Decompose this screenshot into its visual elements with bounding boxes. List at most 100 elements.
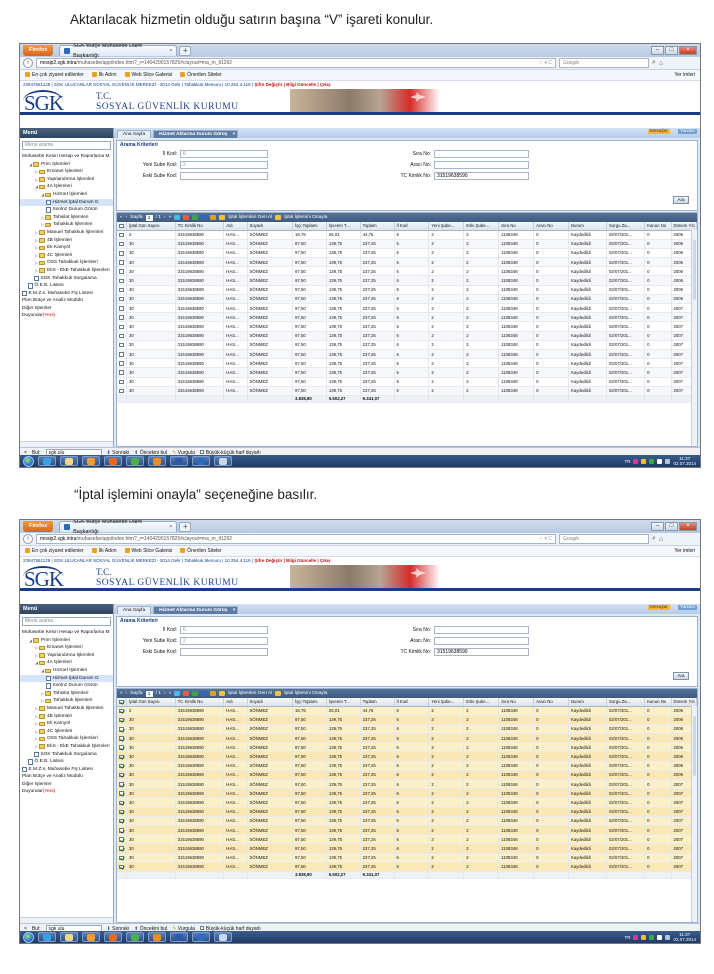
table-row[interactable]: 2 31519638590 HAS... SÖNMEZ 18,76 26,01 44,76 6… bbox=[117, 706, 697, 716]
row-checkbox[interactable] bbox=[119, 296, 124, 302]
tab-close-icon[interactable]: × bbox=[233, 131, 236, 139]
refresh-icon[interactable] bbox=[174, 691, 181, 696]
row-checkbox[interactable] bbox=[119, 864, 124, 870]
column-header[interactable]: Sorgu Za... bbox=[606, 698, 646, 707]
table-row[interactable]: 30 31519638590 HAS... SÖNMEZ 97,50 139,75 237,… bbox=[117, 321, 697, 332]
column-header[interactable]: İşveren T... bbox=[326, 698, 361, 707]
column-header[interactable]: Kanun No bbox=[644, 698, 672, 707]
media-player-icon[interactable] bbox=[82, 932, 100, 942]
tray-app-icon[interactable] bbox=[641, 458, 647, 464]
notepad-icon[interactable] bbox=[214, 932, 232, 942]
prev-page-icon[interactable]: ‹ bbox=[126, 691, 128, 696]
table-row[interactable]: 30 31519638590 HAS... SÖNMEZ 97,50 139,75 237,… bbox=[117, 853, 697, 863]
column-header[interactable]: Toplam bbox=[360, 698, 395, 707]
row-checkbox[interactable] bbox=[119, 708, 124, 714]
sidebar-item[interactable]: ◢ 4A İşlemleri bbox=[20, 659, 113, 667]
table-row[interactable]: 30 31519638590 HAS... SÖNMEZ 97,50 139,75 237,… bbox=[117, 377, 697, 387]
user-actions-links[interactable]: Şifre Değiştir | Bilgi Güncelle | Çıkış bbox=[254, 82, 330, 87]
column-header[interactable]: Eski Şube... bbox=[463, 222, 500, 231]
column-header[interactable]: İl Kod bbox=[394, 698, 430, 707]
folder-icon[interactable] bbox=[60, 456, 78, 466]
magnifier-icon[interactable]: ⌕ bbox=[652, 59, 656, 67]
column-header[interactable]: Soyadı bbox=[247, 698, 294, 707]
word-icon[interactable] bbox=[192, 932, 210, 942]
sidebar-item[interactable]: Hizmet İptal Durum G bbox=[20, 674, 113, 683]
sidebar-item[interactable]: Ö.E.B. Listesi bbox=[20, 758, 113, 766]
table-row[interactable]: 30 31519638590 HAS... SÖNMEZ 97,50 139,75 237,… bbox=[117, 715, 697, 725]
help-button[interactable]: Yardım bbox=[677, 129, 697, 134]
row-checkbox[interactable] bbox=[119, 315, 124, 320]
sidebar-item[interactable]: ▷ Tahakkuk İşlemleri bbox=[20, 697, 113, 705]
sidebar-item[interactable]: ▷ EkS - EkE Tahakkuk İşlemleri bbox=[20, 743, 113, 751]
firefox-menu-button[interactable]: Firefox bbox=[23, 45, 54, 56]
sidebar-item[interactable]: Plan Bütçe ve Analiz Modülü bbox=[20, 297, 113, 305]
table-row[interactable]: 30 31519638590 HAS... SÖNMEZ 97,50 139,75 237,… bbox=[117, 770, 697, 781]
column-header[interactable]: Sıra No bbox=[498, 222, 535, 231]
confirm-cancel-button[interactable]: İptal İşlemini Onayla bbox=[284, 215, 327, 220]
table-row[interactable]: 30 31519638590 HAS... SÖNMEZ 97,50 139,75 237,… bbox=[117, 751, 697, 762]
prev-page-icon[interactable]: ‹ bbox=[126, 215, 128, 220]
row-checkbox[interactable] bbox=[119, 287, 124, 293]
sidebar-item[interactable]: ▷ EkS - EkE Tahakkuk İşlemleri bbox=[20, 267, 113, 275]
row-checkbox[interactable] bbox=[119, 379, 124, 385]
column-header[interactable]: İşçi Toplamı bbox=[292, 698, 327, 707]
next-page-icon[interactable]: › bbox=[164, 215, 166, 220]
tab-close-icon[interactable]: × bbox=[169, 46, 172, 56]
sidebar-item[interactable]: ◢ Prim İşlemleri bbox=[20, 637, 113, 645]
language-indicator[interactable]: TR bbox=[624, 935, 630, 940]
sidebar-item[interactable]: Muhasebe Kesin Hesap ve Raporlama M bbox=[20, 629, 113, 637]
volume-icon[interactable] bbox=[665, 458, 671, 464]
bookmark-web-slice[interactable]: Web Slice Galerisi bbox=[124, 72, 172, 78]
column-header[interactable]: TC Kimlik No bbox=[175, 222, 225, 231]
app-icon[interactable] bbox=[170, 456, 188, 466]
table-row[interactable]: 30 31519638590 HAS... SÖNMEZ 97,50 139,75 237,… bbox=[117, 843, 697, 854]
table-row[interactable]: 30 31519638590 HAS... SÖNMEZ 97,50 139,75 237,… bbox=[117, 340, 697, 350]
grid-scrollbar[interactable] bbox=[691, 706, 697, 922]
row-checkbox[interactable] bbox=[119, 855, 124, 861]
minimize-icon[interactable]: – bbox=[651, 522, 664, 531]
row-checkbox[interactable] bbox=[119, 818, 124, 824]
column-header[interactable]: Sıra No bbox=[498, 698, 535, 707]
table-row[interactable]: 30 31519638590 HAS... SÖNMEZ 97,50 139,75 237,… bbox=[117, 303, 697, 314]
bookmark-web-slice[interactable]: Web Slice Galerisi bbox=[124, 548, 172, 554]
close-window-icon[interactable]: × bbox=[679, 46, 697, 55]
column-header[interactable]: Yeni Şube... bbox=[428, 222, 465, 231]
row-checkbox[interactable] bbox=[119, 251, 124, 256]
undo-cancel-button[interactable]: İptal İşlemleri Geri Al bbox=[228, 215, 272, 220]
row-checkbox[interactable] bbox=[119, 727, 124, 732]
menu-search-input[interactable]: Menü arama bbox=[22, 141, 111, 150]
row-checkbox[interactable] bbox=[119, 324, 124, 330]
network-icon[interactable] bbox=[657, 934, 663, 940]
tray-app-icon[interactable] bbox=[633, 934, 639, 940]
sidebar-item[interactable]: ▷ Tahakkuk İşlemleri bbox=[20, 221, 113, 229]
first-page-icon[interactable]: « bbox=[120, 691, 123, 696]
help-button[interactable]: Yardım bbox=[677, 605, 697, 610]
new-tab-button[interactable]: + bbox=[179, 521, 192, 532]
sidebar-item[interactable]: ▷ Tahsilat İşlemleri bbox=[20, 690, 113, 698]
sidebar-item[interactable]: ▷ Tahsilat İşlemleri bbox=[20, 214, 113, 222]
table-row[interactable]: 30 31519638590 HAS... SÖNMEZ 97,50 139,75 237,… bbox=[117, 266, 697, 277]
table-row[interactable]: 30 31519638590 HAS... SÖNMEZ 97,50 139,75 237,… bbox=[117, 834, 697, 845]
word-export-icon[interactable] bbox=[201, 215, 208, 220]
magnifier-icon[interactable]: ⌕ bbox=[652, 535, 656, 543]
row-checkbox[interactable] bbox=[119, 333, 124, 339]
tab-close-icon[interactable]: × bbox=[233, 607, 236, 615]
table-row[interactable]: 30 31519638590 HAS... SÖNMEZ 97,50 139,75 237,… bbox=[117, 367, 697, 378]
sidebar-item[interactable]: ▷ 4B İşlemleri bbox=[20, 237, 113, 245]
menu-search-input[interactable]: Menü arama bbox=[22, 617, 111, 626]
column-header[interactable]: Yeni Şube... bbox=[428, 698, 465, 707]
column-header[interactable]: İptal Gün Sayısı bbox=[126, 698, 176, 707]
volume-icon[interactable] bbox=[665, 934, 671, 940]
column-header[interactable]: Eski Şube... bbox=[463, 698, 500, 707]
araci-no-input[interactable] bbox=[434, 637, 529, 645]
table-row[interactable]: 30 31519638590 HAS... SÖNMEZ 97,50 139,75 237,… bbox=[117, 239, 697, 249]
undo-cancel-button[interactable]: İptal İşlemleri Geri Al bbox=[228, 691, 272, 696]
araci-no-input[interactable] bbox=[434, 161, 529, 169]
excel-export-icon[interactable] bbox=[192, 691, 199, 696]
sidebar-item[interactable]: SGK Tahakkuk Sorgulama bbox=[20, 275, 113, 283]
tray-app-icon[interactable] bbox=[641, 934, 647, 940]
table-row[interactable]: 30 31519638590 HAS... SÖNMEZ 97,50 139,75 237,… bbox=[117, 248, 697, 259]
sidebar-item[interactable]: Hizmet İptal Durum G bbox=[20, 198, 113, 207]
yeni-sube-input[interactable]: 2 bbox=[180, 637, 268, 645]
excel-icon[interactable] bbox=[126, 932, 144, 942]
